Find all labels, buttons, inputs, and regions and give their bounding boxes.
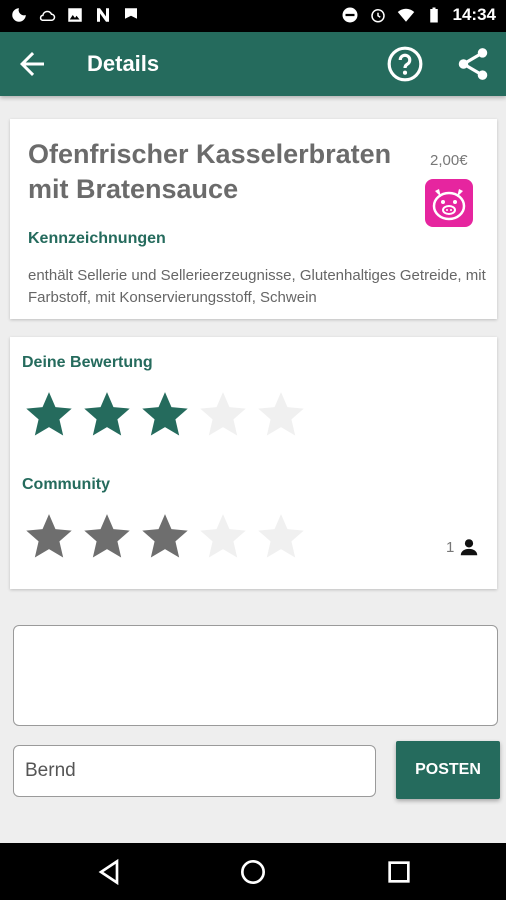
star-icon — [258, 514, 304, 558]
home-circle-icon[interactable] — [237, 856, 269, 888]
community-heading: Community — [22, 476, 110, 493]
cloud-icon — [39, 10, 56, 21]
dnd-icon — [342, 7, 358, 23]
name-input[interactable] — [13, 745, 376, 797]
star-icon — [142, 514, 188, 558]
allergens-text: enthält Sellerie und Sellerieerzeugnisse… — [28, 267, 486, 306]
star-icon — [26, 514, 72, 558]
star-icon[interactable] — [140, 389, 190, 439]
community-count-value: 1 — [446, 538, 455, 556]
pig-icon — [425, 179, 473, 227]
person-icon — [461, 539, 478, 556]
star-icon[interactable] — [24, 389, 74, 439]
moon-icon — [12, 8, 26, 22]
user-rating-stars[interactable] — [24, 389, 306, 439]
wifi-icon — [397, 8, 414, 22]
page-title: Details — [87, 51, 160, 76]
status-bar: 14:34 — [0, 0, 506, 32]
dish-title: Ofenfrischer Kasselerbraten mit Bratensa… — [28, 139, 392, 204]
status-time: 14:34 — [452, 5, 496, 24]
star-icon — [84, 514, 130, 558]
share-icon[interactable] — [454, 44, 492, 84]
battery-icon — [429, 7, 438, 23]
nav-bar — [0, 843, 506, 900]
rating-card: Deine Bewertung Community 1 — [10, 337, 497, 589]
star-icon[interactable] — [256, 389, 306, 439]
dish-card: Ofenfrischer Kasselerbraten mit Bratensa… — [10, 119, 497, 319]
help-icon[interactable] — [386, 45, 424, 83]
n-icon — [97, 8, 109, 22]
back-arrow-icon[interactable] — [14, 46, 50, 82]
star-icon[interactable] — [198, 389, 248, 439]
recents-square-icon[interactable] — [383, 856, 415, 888]
community-rating-stars — [24, 511, 306, 561]
flag-icon — [125, 8, 137, 19]
user-rating-heading: Deine Bewertung — [22, 354, 153, 371]
alarm-icon — [370, 9, 385, 23]
labels-heading: Kennzeichnungen — [28, 230, 166, 247]
post-button[interactable]: POSTEN — [396, 741, 500, 799]
comment-field[interactable] — [13, 625, 498, 726]
back-triangle-icon[interactable] — [93, 856, 125, 888]
image-icon — [68, 8, 82, 22]
star-icon — [200, 514, 246, 558]
app-bar: Details — [0, 32, 506, 96]
community-count: 1 — [446, 536, 480, 558]
dish-price: 2,00€ — [430, 152, 468, 169]
star-icon[interactable] — [82, 389, 132, 439]
